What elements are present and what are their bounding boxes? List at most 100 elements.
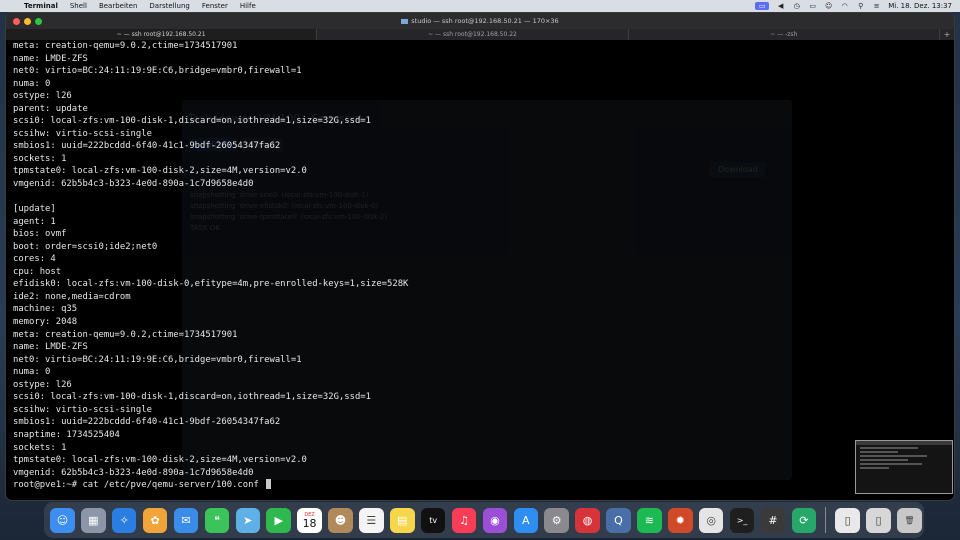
dock-glyph: ☰: [366, 513, 377, 527]
dock-glyph: ◎: [706, 513, 716, 527]
battery-icon[interactable]: ▭: [808, 2, 817, 10]
photos-icon[interactable]: ✿: [142, 507, 168, 533]
terminal-line: cores: 4: [13, 254, 56, 265]
terminal-line: ostype: l26: [13, 379, 72, 390]
dock: ☺ ▦ ✧ ✿ ✉ ❝ ➤ ▶ DEZ 18 ☻ ☰ ▤ tv ♫ ◉ A ⚙ ◍ Q ≋ ✹ ◎ >_ # ⟳ ▯ ▯ 🗑: [44, 502, 924, 538]
music-icon[interactable]: ♫: [451, 507, 477, 533]
menu-fenster[interactable]: Fenster: [196, 0, 234, 12]
terminal-line: sockets: 1: [13, 153, 67, 164]
tab-ssh-50-22[interactable]: ~ — ssh root@192.168.50.22: [317, 29, 629, 40]
menu-bar: Terminal Shell Bearbeiten Darstellung Fe…: [0, 0, 960, 12]
screen-share-icon[interactable]: ▭: [755, 2, 770, 10]
spotlight-icon[interactable]: ⚲: [856, 2, 865, 10]
time-machine-icon[interactable]: ◷: [792, 2, 801, 10]
folder-icon: [401, 18, 409, 24]
facetime-icon[interactable]: ▶: [266, 507, 291, 533]
window-title: studio — ssh root@192.168.50.21 — 170×36: [6, 13, 954, 29]
terminal-line: scsi0: local-zfs:vm-100-disk-1,discard=o…: [13, 392, 371, 403]
terminal-line: smbios1: uuid=222bcddd-6f40-41c1-9bdf-26…: [13, 417, 281, 428]
dock-glyph: ☻: [334, 513, 347, 527]
sync-icon[interactable]: ⟳: [791, 507, 817, 533]
podcasts-icon[interactable]: ◉: [482, 507, 508, 533]
terminal-line: name: LMDE-ZFS: [13, 342, 88, 353]
wifi-icon[interactable]: ◠: [840, 2, 849, 10]
terminal-line: smbios1: uuid=222bcddd-6f40-41c1-9bdf-26…: [13, 141, 281, 152]
dock-glyph: ♫: [459, 513, 469, 527]
appletv-icon[interactable]: tv: [420, 507, 446, 533]
tab-ssh-50-21[interactable]: ~ — ssh root@192.168.50.21: [6, 29, 318, 40]
menu-darstellung[interactable]: Darstellung: [143, 0, 195, 12]
menu-bearbeiten[interactable]: Bearbeiten: [93, 0, 143, 12]
volume-icon[interactable]: ◀: [776, 2, 785, 10]
reminders-icon[interactable]: ☰: [359, 507, 384, 533]
dock-glyph: ▤: [397, 513, 408, 527]
maps-icon[interactable]: ➤: [235, 507, 261, 533]
terminal-line: vmgenid: 62b5b4c3-b323-4e0d-890a-1c7d965…: [13, 179, 254, 190]
mail-icon[interactable]: ✉: [173, 507, 199, 533]
dock-glyph: ▯: [875, 513, 882, 527]
game-icon[interactable]: ✹: [668, 507, 693, 533]
tab-zsh[interactable]: ~ — -zsh: [629, 29, 940, 40]
new-tab-button[interactable]: +: [940, 29, 954, 40]
tab-label: ~ — ssh root@192.168.50.21: [116, 31, 206, 38]
calculator-icon[interactable]: #: [760, 507, 786, 533]
terminal-line: machine: q35: [13, 304, 78, 315]
safari-icon[interactable]: ✧: [111, 507, 137, 533]
terminal-line: numa: 0: [13, 367, 51, 378]
contacts-icon[interactable]: ☻: [328, 507, 353, 533]
dock-glyph: ➤: [243, 513, 253, 527]
terminal-line: agent: 1: [13, 216, 56, 227]
calendar-icon[interactable]: DEZ 18: [297, 507, 322, 533]
terminal-output[interactable]: meta: creation-qemu=9.0.2,ctime=17345179…: [13, 40, 943, 500]
dock-glyph: ▯: [844, 513, 851, 527]
vpn-icon[interactable]: ◍: [575, 507, 600, 533]
dock-glyph: ≋: [644, 513, 654, 527]
thumbnail-titlebar: [856, 441, 952, 445]
dock-glyph: ⟳: [799, 513, 809, 527]
tab-label: ~ — -zsh: [770, 31, 798, 38]
control-center-icon[interactable]: ≡: [872, 2, 881, 10]
finder-icon[interactable]: ☺: [50, 507, 75, 533]
quicktime-icon[interactable]: Q: [606, 507, 631, 533]
appstore-icon[interactable]: A: [513, 507, 539, 533]
prompt-line[interactable]: root@pve1:~# cat /etc/pve/qemu-server/10…: [13, 479, 943, 492]
menu-shell[interactable]: Shell: [64, 0, 93, 12]
terminal-line: meta: creation-qemu=9.0.2,ctime=17345179…: [13, 41, 238, 51]
dock-glyph: 🗑: [904, 515, 915, 525]
terminal-window: studio — ssh root@192.168.50.21 — 170×36…: [6, 13, 954, 500]
title-bar[interactable]: studio — ssh root@192.168.50.21 — 170×36: [6, 13, 954, 29]
downloads-stack-icon[interactable]: ▯: [866, 507, 891, 533]
tab-label: ~ — ssh root@192.168.50.22: [428, 31, 517, 38]
window-thumbnail[interactable]: [855, 440, 953, 494]
terminal-line: scsihw: virtio-scsi-single: [13, 128, 152, 139]
menu-app-name[interactable]: Terminal: [18, 0, 64, 12]
terminal-line: meta: creation-qemu=9.0.2,ctime=17345179…: [13, 329, 238, 340]
terminal-line: memory: 2048: [13, 317, 78, 328]
documents-stack-icon[interactable]: ▯: [835, 507, 860, 533]
dock-glyph: ✿: [150, 513, 160, 527]
trash-icon[interactable]: 🗑: [897, 507, 922, 533]
settings-icon[interactable]: ⚙: [544, 507, 569, 533]
notes-icon[interactable]: ▤: [389, 507, 415, 533]
dock-glyph: A: [522, 513, 530, 527]
spotify-icon[interactable]: ≋: [637, 507, 662, 533]
user-icon[interactable]: ☺: [824, 2, 833, 10]
dock-glyph: ☺: [56, 513, 69, 527]
dock-glyph: ▦: [88, 513, 99, 527]
messages-icon[interactable]: ❝: [204, 507, 230, 533]
close-button[interactable]: [13, 17, 20, 25]
minimize-button[interactable]: [24, 17, 31, 25]
zoom-button[interactable]: [35, 17, 42, 25]
terminal-line: scsihw: virtio-scsi-single: [13, 404, 152, 415]
dock-separator: [825, 507, 827, 533]
dock-glyph: ⚙: [551, 513, 562, 527]
thumbnail-line: [860, 463, 923, 465]
launchpad-icon[interactable]: ▦: [81, 507, 106, 533]
prompt-text: root@pve1:~# cat /etc/pve/qemu-server/10…: [13, 480, 265, 491]
chrome-icon[interactable]: ◎: [698, 507, 724, 533]
thumbnail-line: [860, 451, 899, 453]
terminal-icon[interactable]: >_: [729, 507, 755, 533]
menu-hilfe[interactable]: Hilfe: [234, 0, 262, 12]
menu-clock[interactable]: Mi. 18. Dez. 13:37: [888, 0, 952, 12]
terminal-line: scsi0: local-zfs:vm-100-disk-1,discard=o…: [13, 116, 371, 127]
